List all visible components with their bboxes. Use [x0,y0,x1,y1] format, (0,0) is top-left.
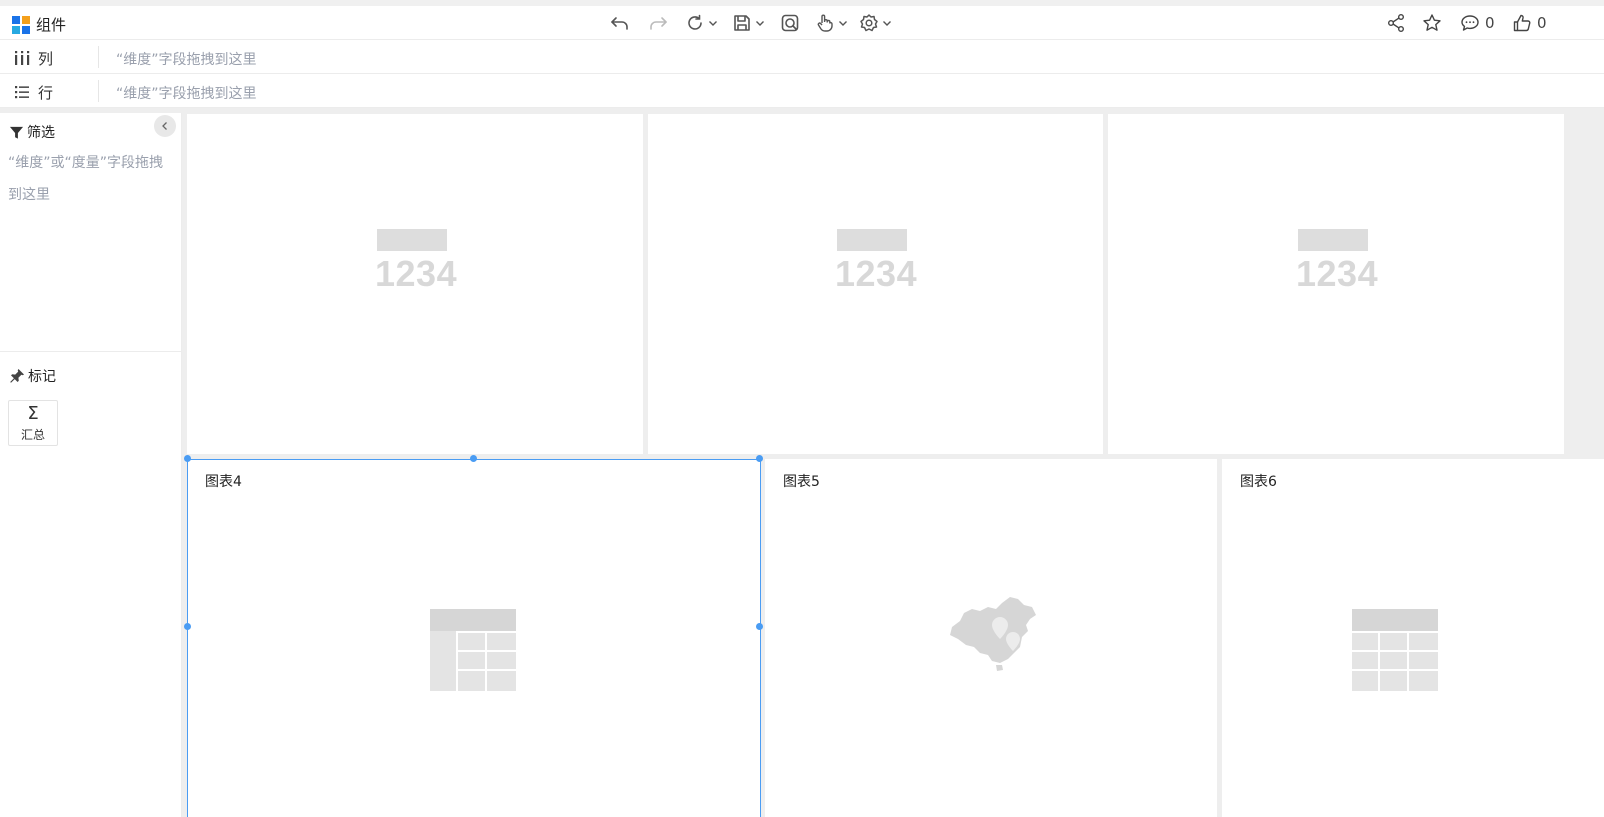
like-count: 0 [1537,14,1547,32]
refresh-menu[interactable] [685,11,718,35]
columns-label: 列 [38,49,54,68]
comment-count: 0 [1485,14,1495,32]
like-button[interactable]: 0 [1512,11,1547,35]
resize-handle-right[interactable] [756,623,763,630]
share-button[interactable] [1386,11,1406,35]
share-icon [1388,14,1404,32]
kpi-card-2[interactable]: 1234 [648,114,1103,454]
filter-section-title: 筛选 [9,122,55,142]
kpi-card-3[interactable]: 1234 [1108,114,1564,454]
undo-button[interactable] [610,11,630,35]
chevron-down-icon [756,21,764,26]
kpi-value: 1234 [835,253,918,294]
left-panel: 筛选 “维度”或“度量”字段拖拽到这里 标记 Σ 汇总 [0,113,182,817]
resize-handle-top[interactable] [470,455,477,462]
table-placeholder-icon [1352,609,1438,691]
chevron-down-icon [709,21,717,26]
rows-shelf-header: 行 [14,82,96,102]
filter-label: 筛选 [27,125,55,141]
settings-menu[interactable] [859,11,892,35]
columns-icon [15,51,30,65]
chart6-title: 图表6 [1240,474,1277,490]
columns-shelf-header: 列 [14,48,96,68]
kpi-label-placeholder [1298,229,1368,251]
collapse-panel-button[interactable] [154,115,176,137]
kpi-value: 1234 [1296,253,1379,294]
panel-divider [0,351,181,352]
filter-icon [9,126,24,139]
components-label: 组件 [36,16,67,34]
kpi-label-placeholder [377,229,447,251]
redo-button[interactable] [648,11,668,35]
rows-shelf: 行 “维度”字段拖拽到这里 [0,74,1604,108]
save-icon [734,15,750,31]
kpi-label-placeholder [837,229,907,251]
chevron-down-icon [839,21,847,26]
kpi-value: 1234 [375,253,458,294]
filter-drop-zone[interactable]: “维度”或“度量”字段拖拽到这里 [8,147,168,211]
dashboard-canvas: 1234 1234 1234 图表4 图表5 图表6 [182,113,1604,817]
chart5-card[interactable]: 图表5 [765,459,1217,817]
shelf-divider [98,80,99,102]
thumbs-up-icon [1513,14,1531,32]
rows-drop-zone[interactable]: “维度”字段拖拽到这里 [116,83,257,103]
shelf-divider [98,46,99,68]
toolbar: 组件 0 0 [0,6,1604,40]
refresh-icon [688,14,702,30]
rows-label: 行 [38,83,54,102]
summary-button[interactable]: Σ 汇总 [8,400,58,446]
preview-icon [781,14,799,32]
components-menu[interactable]: 组件 [12,14,66,35]
pin-icon [10,369,24,383]
chart4-card[interactable]: 图表4 [187,459,760,817]
chart5-title: 图表5 [783,474,820,490]
resize-handle-top-right[interactable] [756,455,763,462]
comment-button[interactable]: 0 [1460,11,1495,35]
resize-handle-left[interactable] [184,623,191,630]
summary-label: 汇总 [20,427,45,442]
chevron-left-icon [162,122,167,130]
pivot-table-placeholder-icon [430,609,516,691]
kpi-card-1[interactable]: 1234 [187,114,643,454]
columns-shelf: 列 “维度”字段拖拽到这里 [0,40,1604,74]
comment-icon [1461,15,1479,31]
favorite-button[interactable] [1422,11,1442,35]
redo-icon [650,17,667,30]
marks-label: 标记 [28,369,56,385]
save-menu[interactable] [732,11,765,35]
chevron-down-icon [883,21,891,26]
components-icon [12,15,30,34]
preview-button[interactable] [780,11,800,35]
sigma-icon: Σ [27,402,39,424]
chart4-title: 图表4 [205,474,242,490]
chart6-card[interactable]: 图表6 [1222,459,1604,817]
hand-pointer-icon [817,14,833,32]
gear-icon [860,14,878,32]
resize-handle-top-left[interactable] [184,455,191,462]
interaction-menu[interactable] [815,11,848,35]
star-icon [1423,14,1441,31]
china-map-placeholder-icon [950,597,1036,671]
rows-icon [15,86,29,99]
columns-drop-zone[interactable]: “维度”字段拖拽到这里 [116,49,257,69]
undo-icon [611,17,628,30]
marks-section-title: 标记 [9,366,56,386]
